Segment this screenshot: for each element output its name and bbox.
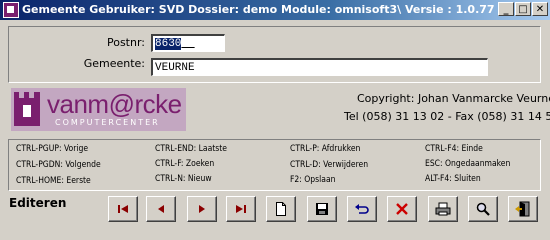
shortcut-item: ESC: Ongedaanmaken: [425, 159, 511, 169]
next-record-button[interactable]: [187, 196, 217, 222]
status-mode: Editeren: [9, 196, 67, 210]
exit-button[interactable]: [508, 196, 538, 222]
search-button[interactable]: [468, 196, 498, 222]
next-record-icon: [199, 205, 205, 213]
postnr-value: 8630: [155, 38, 182, 50]
shortcut-item: CTRL-N: Nieuw: [155, 174, 212, 184]
postnr-input[interactable]: 8630: [151, 34, 225, 52]
gemeente-label: Gemeente:: [83, 57, 145, 70]
shortcut-item: CTRL-PGUP: Vorige: [16, 144, 89, 154]
shortcut-item: CTRL-D: Verwijderen: [290, 160, 369, 170]
minimize-button[interactable]: _: [498, 2, 514, 16]
gemeente-input[interactable]: VEURNE: [151, 58, 488, 76]
undo-button[interactable]: [347, 196, 377, 222]
print-button[interactable]: [428, 196, 458, 222]
previous-record-icon: [158, 205, 164, 213]
save-button[interactable]: [307, 196, 337, 222]
shortcut-item: CTRL-PGDN: Volgende: [16, 160, 101, 170]
search-magnifier-icon: [476, 202, 490, 216]
shortcut-item: ALT-F4: Sluiten: [425, 174, 481, 184]
last-record-button[interactable]: [226, 196, 256, 222]
postnr-label: Postnr:: [106, 36, 145, 49]
logo-subtitle: COMPUTERCENTER: [55, 118, 160, 127]
shortcut-item: F2: Opslaan: [290, 175, 336, 185]
new-record-button[interactable]: [266, 196, 296, 222]
title-bar[interactable]: Gemeente Gebruiker: SVD Dossier: demo Mo…: [0, 0, 550, 20]
company-logo: vanm@rcke COMPUTERCENTER: [11, 88, 186, 131]
shortcut-item: CTRL-END: Laatste: [155, 144, 227, 154]
app-icon[interactable]: [3, 2, 19, 18]
delete-button[interactable]: [387, 196, 417, 222]
maximize-button[interactable]: □: [515, 2, 531, 16]
delete-x-icon: [396, 203, 408, 215]
close-button[interactable]: ✕: [532, 2, 548, 16]
printer-icon: [435, 202, 451, 216]
logo-brand: vanm@rcke: [47, 89, 182, 119]
previous-record-button[interactable]: [146, 196, 176, 222]
copyright-text: Copyright: Johan Vanmarcke Veurne: [357, 92, 550, 105]
undo-icon: [355, 204, 369, 214]
first-record-icon: [118, 205, 128, 213]
contact-text: Tel (058) 31 13 02 - Fax (058) 31 14 56: [344, 110, 550, 123]
shortcut-item: CTRL-F4: Einde: [425, 144, 483, 154]
exit-door-icon: [515, 201, 530, 217]
shortcut-item: CTRL-F: Zoeken: [155, 159, 215, 169]
new-document-icon: [276, 202, 286, 216]
shortcut-item: CTRL-HOME: Eerste: [16, 176, 91, 186]
window-title: Gemeente Gebruiker: SVD Dossier: demo Mo…: [22, 3, 495, 16]
castle-logo-icon: [14, 92, 40, 126]
last-record-icon: [236, 205, 246, 213]
save-disk-icon: [316, 203, 328, 215]
first-record-button[interactable]: [108, 196, 138, 222]
shortcut-item: CTRL-P: Afdrukken: [290, 144, 361, 154]
